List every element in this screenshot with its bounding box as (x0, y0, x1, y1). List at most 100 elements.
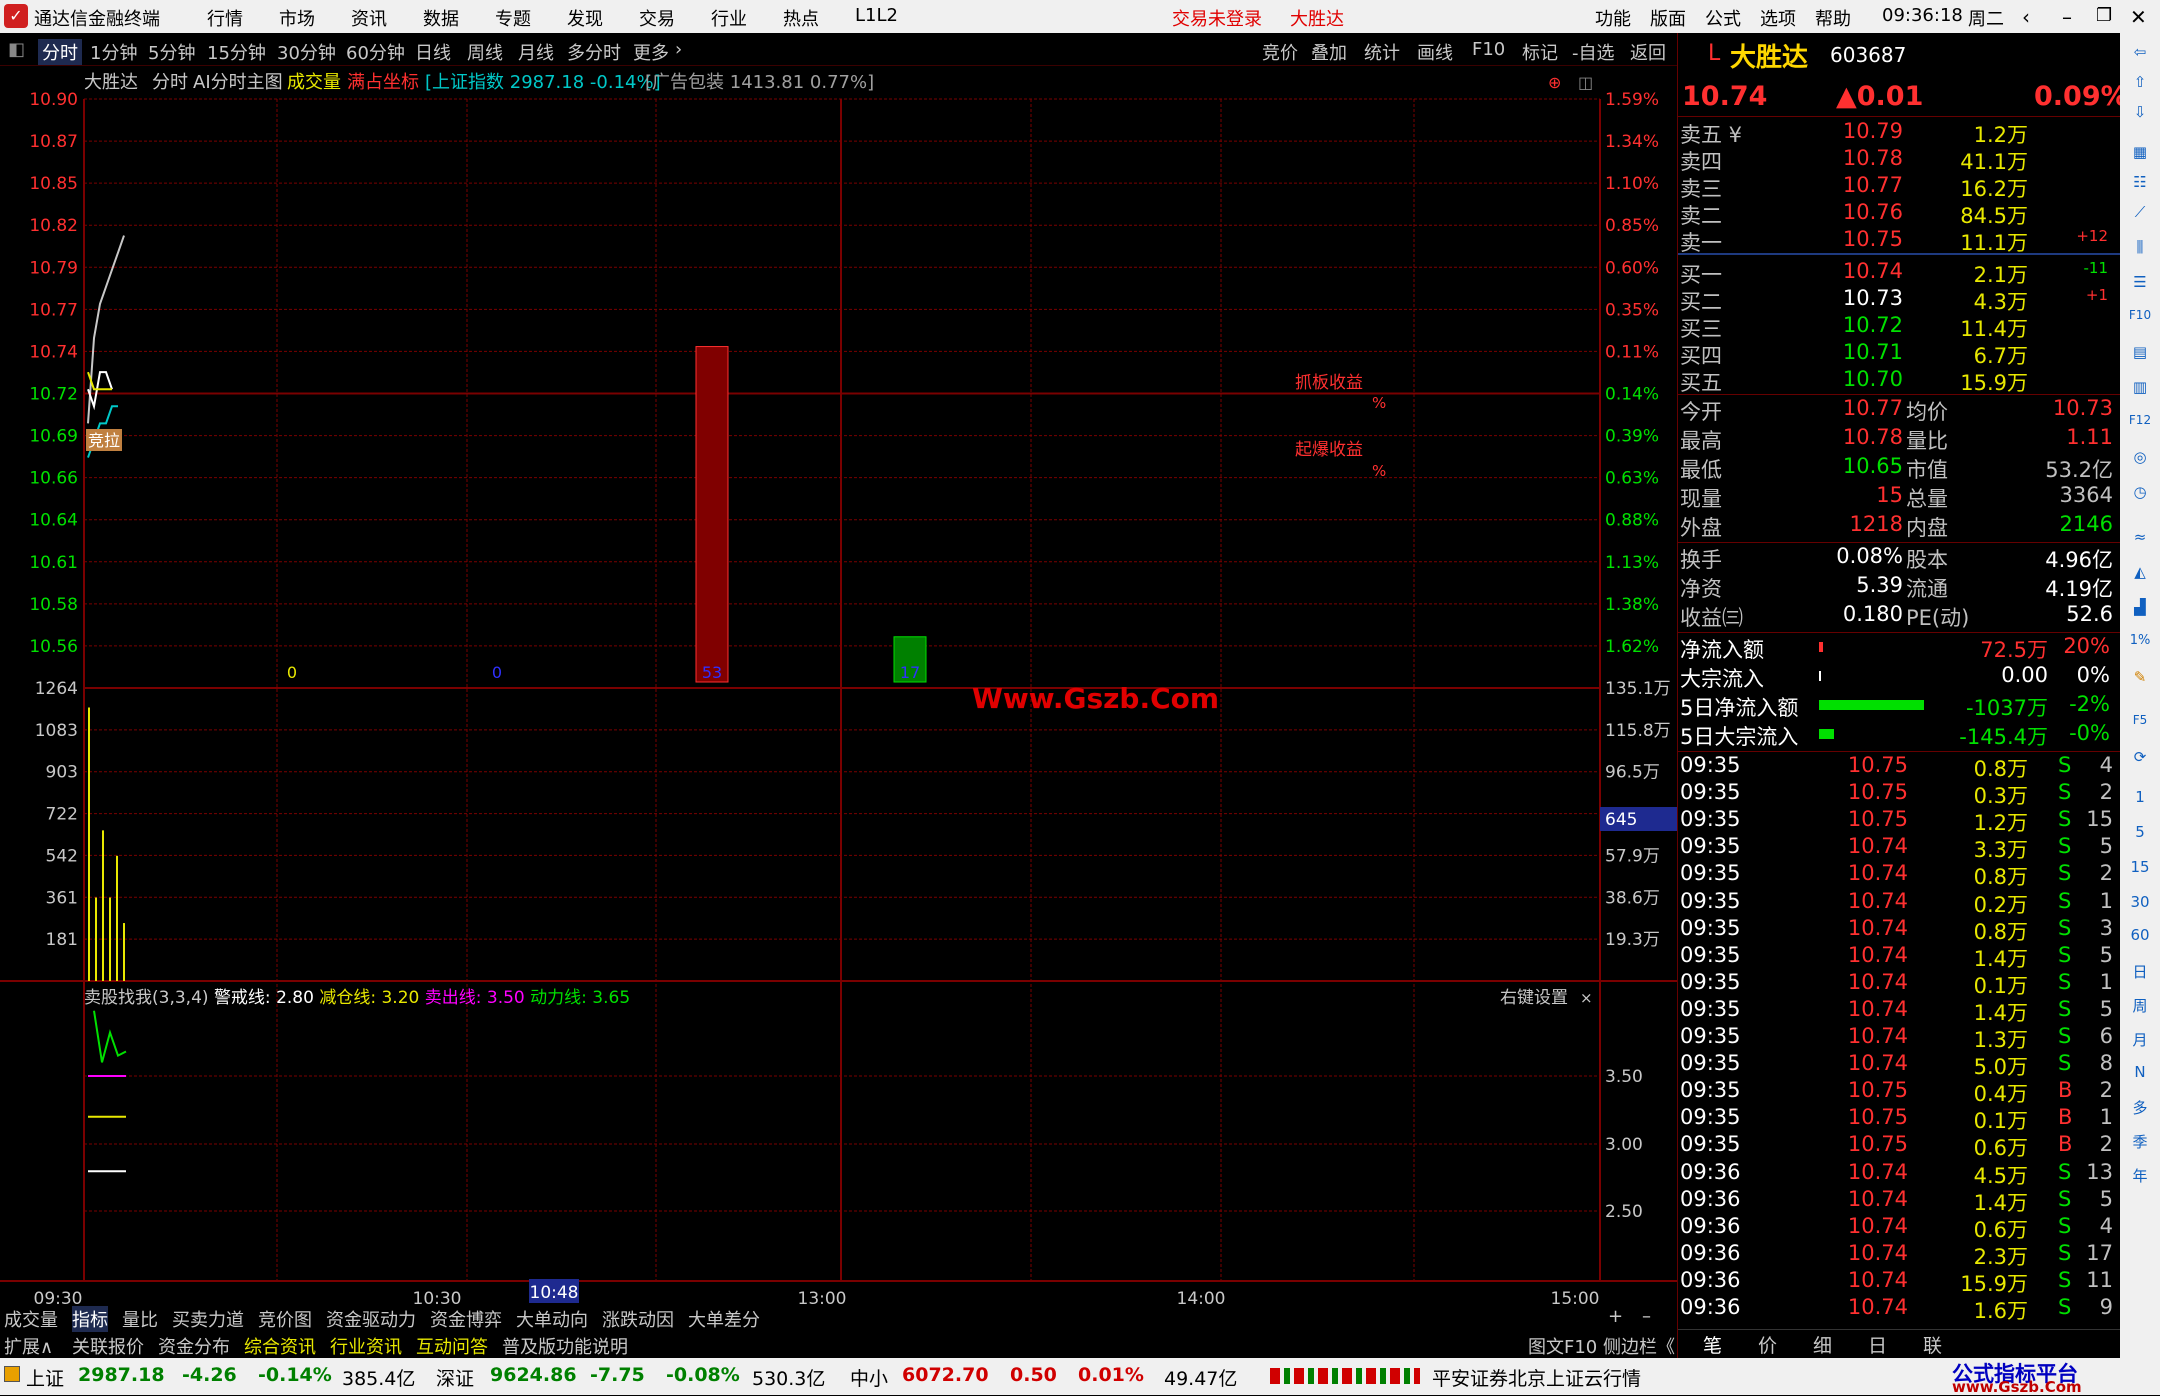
btn-zixuan[interactable]: -自选 (1572, 39, 1615, 65)
tab-5min[interactable]: 5分钟 (148, 39, 195, 65)
tab-60min[interactable]: 60分钟 (346, 39, 405, 65)
tab-more[interactable]: 更多 (633, 39, 669, 65)
period-n[interactable]: N (2126, 1063, 2154, 1087)
tick-tab[interactable]: 细 (1813, 1331, 1832, 1358)
list-icon[interactable]: ☰ (2126, 273, 2154, 297)
login-status[interactable]: 交易未登录 (1172, 5, 1262, 31)
period-30[interactable]: 30 (2126, 893, 2154, 917)
indicator-tab[interactable]: 竞价图 (258, 1306, 312, 1332)
add-tab-button[interactable]: + (1608, 1306, 1623, 1327)
tab-15min[interactable]: 15分钟 (207, 39, 266, 65)
period-year[interactable]: 年 (2126, 1165, 2154, 1189)
btn-biaoji[interactable]: 标记 (1522, 39, 1558, 65)
btn-jingjia[interactable]: 竞价 (1262, 39, 1298, 65)
collapse-tab-button[interactable]: – (1642, 1306, 1651, 1327)
indicator-tab[interactable]: 量比 (122, 1306, 158, 1332)
extension-tab[interactable]: 普及版功能说明 (502, 1333, 628, 1359)
area-icon[interactable]: ◭ (2126, 563, 2154, 587)
menu-shuju[interactable]: 数据 (423, 5, 459, 31)
indicator-tab[interactable]: 指标 (72, 1306, 108, 1332)
tick-tab[interactable]: 联 (1923, 1331, 1942, 1358)
arrow-up-icon[interactable]: ⇧ (2126, 73, 2154, 97)
period-60[interactable]: 60 (2126, 926, 2154, 950)
bar-icon[interactable]: ▟ (2126, 598, 2154, 622)
period-day[interactable]: 日 (2126, 961, 2154, 985)
period-15[interactable]: 15 (2126, 858, 2154, 882)
percent-icon[interactable]: 1% (2126, 633, 2154, 657)
period-season[interactable]: 季 (2126, 1131, 2154, 1155)
f10-sidebar-toggle[interactable]: 图文F10 侧边栏《 (1528, 1333, 1675, 1359)
extension-tab[interactable]: 行业资讯 (330, 1333, 402, 1359)
refresh-icon[interactable]: ⟳ (2126, 748, 2154, 772)
extension-tab[interactable]: 资金分布 (158, 1333, 230, 1359)
pencil-icon[interactable]: ✎ (2126, 668, 2154, 692)
tab-week[interactable]: 周线 (467, 39, 503, 65)
indicator-tab[interactable]: 大单差分 (688, 1306, 760, 1332)
period-5[interactable]: 5 (2126, 823, 2154, 847)
menu-bangzhu[interactable]: 帮助 (1815, 5, 1851, 31)
menu-hangqing[interactable]: 行情 (207, 5, 243, 31)
tab-day[interactable]: 日线 (415, 39, 451, 65)
news-icon[interactable]: ▤ (2126, 343, 2154, 367)
btn-tongji[interactable]: 统计 (1364, 39, 1400, 65)
back-arrow-icon[interactable]: ‹ (2022, 5, 2030, 29)
btn-diejia[interactable]: 叠加 (1311, 39, 1347, 65)
table-icon[interactable]: ☷ (2126, 173, 2154, 197)
status-flag-icon[interactable] (4, 1366, 20, 1382)
arrow-left-icon[interactable]: ⇦ (2126, 43, 2154, 67)
menu-banmian[interactable]: 版面 (1650, 5, 1686, 31)
indicator-tab[interactable]: 买卖力道 (172, 1306, 244, 1332)
menu-gongneng[interactable]: 功能 (1595, 5, 1631, 31)
chart-coord-label[interactable]: 满占坐标 (347, 72, 419, 93)
period-month[interactable]: 月 (2126, 1029, 2154, 1053)
kline-icon[interactable]: ⫼ (2126, 238, 2154, 262)
tick-tab[interactable]: 笔 (1703, 1331, 1722, 1358)
more-chevron-icon[interactable]: › (675, 39, 682, 60)
period-multi[interactable]: 多 (2126, 1097, 2154, 1121)
menu-redian[interactable]: 热点 (783, 5, 819, 31)
notes-icon[interactable]: ▥ (2126, 378, 2154, 402)
btn-f10[interactable]: F10 (1472, 39, 1505, 60)
f5-icon[interactable]: F5 (2126, 713, 2154, 737)
menu-hangye[interactable]: 行业 (711, 5, 747, 31)
tab-multi[interactable]: 多分时 (567, 39, 621, 65)
indicator-tab[interactable]: 成交量 (4, 1306, 58, 1332)
grid-icon[interactable]: ▦ (2126, 143, 2154, 167)
extension-tab[interactable]: 扩展∧ (4, 1333, 53, 1359)
menu-xuanxiang[interactable]: 选项 (1760, 5, 1796, 31)
extension-tab[interactable]: 互动问答 (416, 1333, 488, 1359)
extension-tab[interactable]: 综合资讯 (244, 1333, 316, 1359)
f10-icon[interactable]: F10 (2126, 308, 2154, 332)
indicator-tab[interactable]: 大单动向 (516, 1306, 588, 1332)
chart-canvas[interactable]: 10.90 10.87 10.85 10.82 10.79 10.77 10.74 10.72… (0, 66, 1677, 1309)
chart-main-indicator[interactable]: AI分时主图 (193, 72, 283, 93)
period-week[interactable]: 周 (2126, 995, 2154, 1019)
indicator-tab[interactable]: 资金驱动力 (326, 1306, 416, 1332)
wave-icon[interactable]: ≈ (2126, 528, 2154, 552)
clock-icon[interactable]: ◷ (2126, 483, 2154, 507)
tab-30min[interactable]: 30分钟 (277, 39, 336, 65)
tab-1min[interactable]: 1分钟 (90, 39, 137, 65)
tab-month[interactable]: 月线 (518, 39, 554, 65)
tick-tab[interactable]: 价 (1758, 1331, 1777, 1358)
tick-tab[interactable]: 日 (1868, 1331, 1887, 1358)
indicator-title[interactable]: 卖股找我(3,3,4) (84, 988, 214, 1008)
f12-icon[interactable]: F12 (2126, 413, 2154, 437)
menu-jiaoyi[interactable]: 交易 (639, 5, 675, 31)
chart-layout-icon[interactable]: ◫ (1578, 73, 1593, 92)
indicator-tab[interactable]: 资金博弈 (430, 1306, 502, 1332)
menu-faxian[interactable]: 发现 (567, 5, 603, 31)
arrow-down-icon[interactable]: ⇩ (2126, 103, 2154, 127)
line-chart-icon[interactable]: ⟋ (2126, 203, 2154, 227)
zx-label[interactable]: 中小 (850, 1364, 888, 1391)
sz-label[interactable]: 深证 (436, 1364, 474, 1391)
menu-zixun[interactable]: 资讯 (351, 5, 387, 31)
indicator-tab[interactable]: 涨跌动因 (602, 1306, 674, 1332)
sh-label[interactable]: 上证 (26, 1364, 64, 1391)
close-indicator-icon[interactable]: × (1580, 989, 1593, 1007)
menu-gongshi[interactable]: 公式 (1705, 5, 1741, 31)
close-icon[interactable]: ✕ (2130, 5, 2147, 29)
menu-l1l2[interactable]: L1L2 (855, 5, 898, 26)
btn-huaxian[interactable]: 画线 (1417, 39, 1453, 65)
menu-zhuanti[interactable]: 专题 (495, 5, 531, 31)
